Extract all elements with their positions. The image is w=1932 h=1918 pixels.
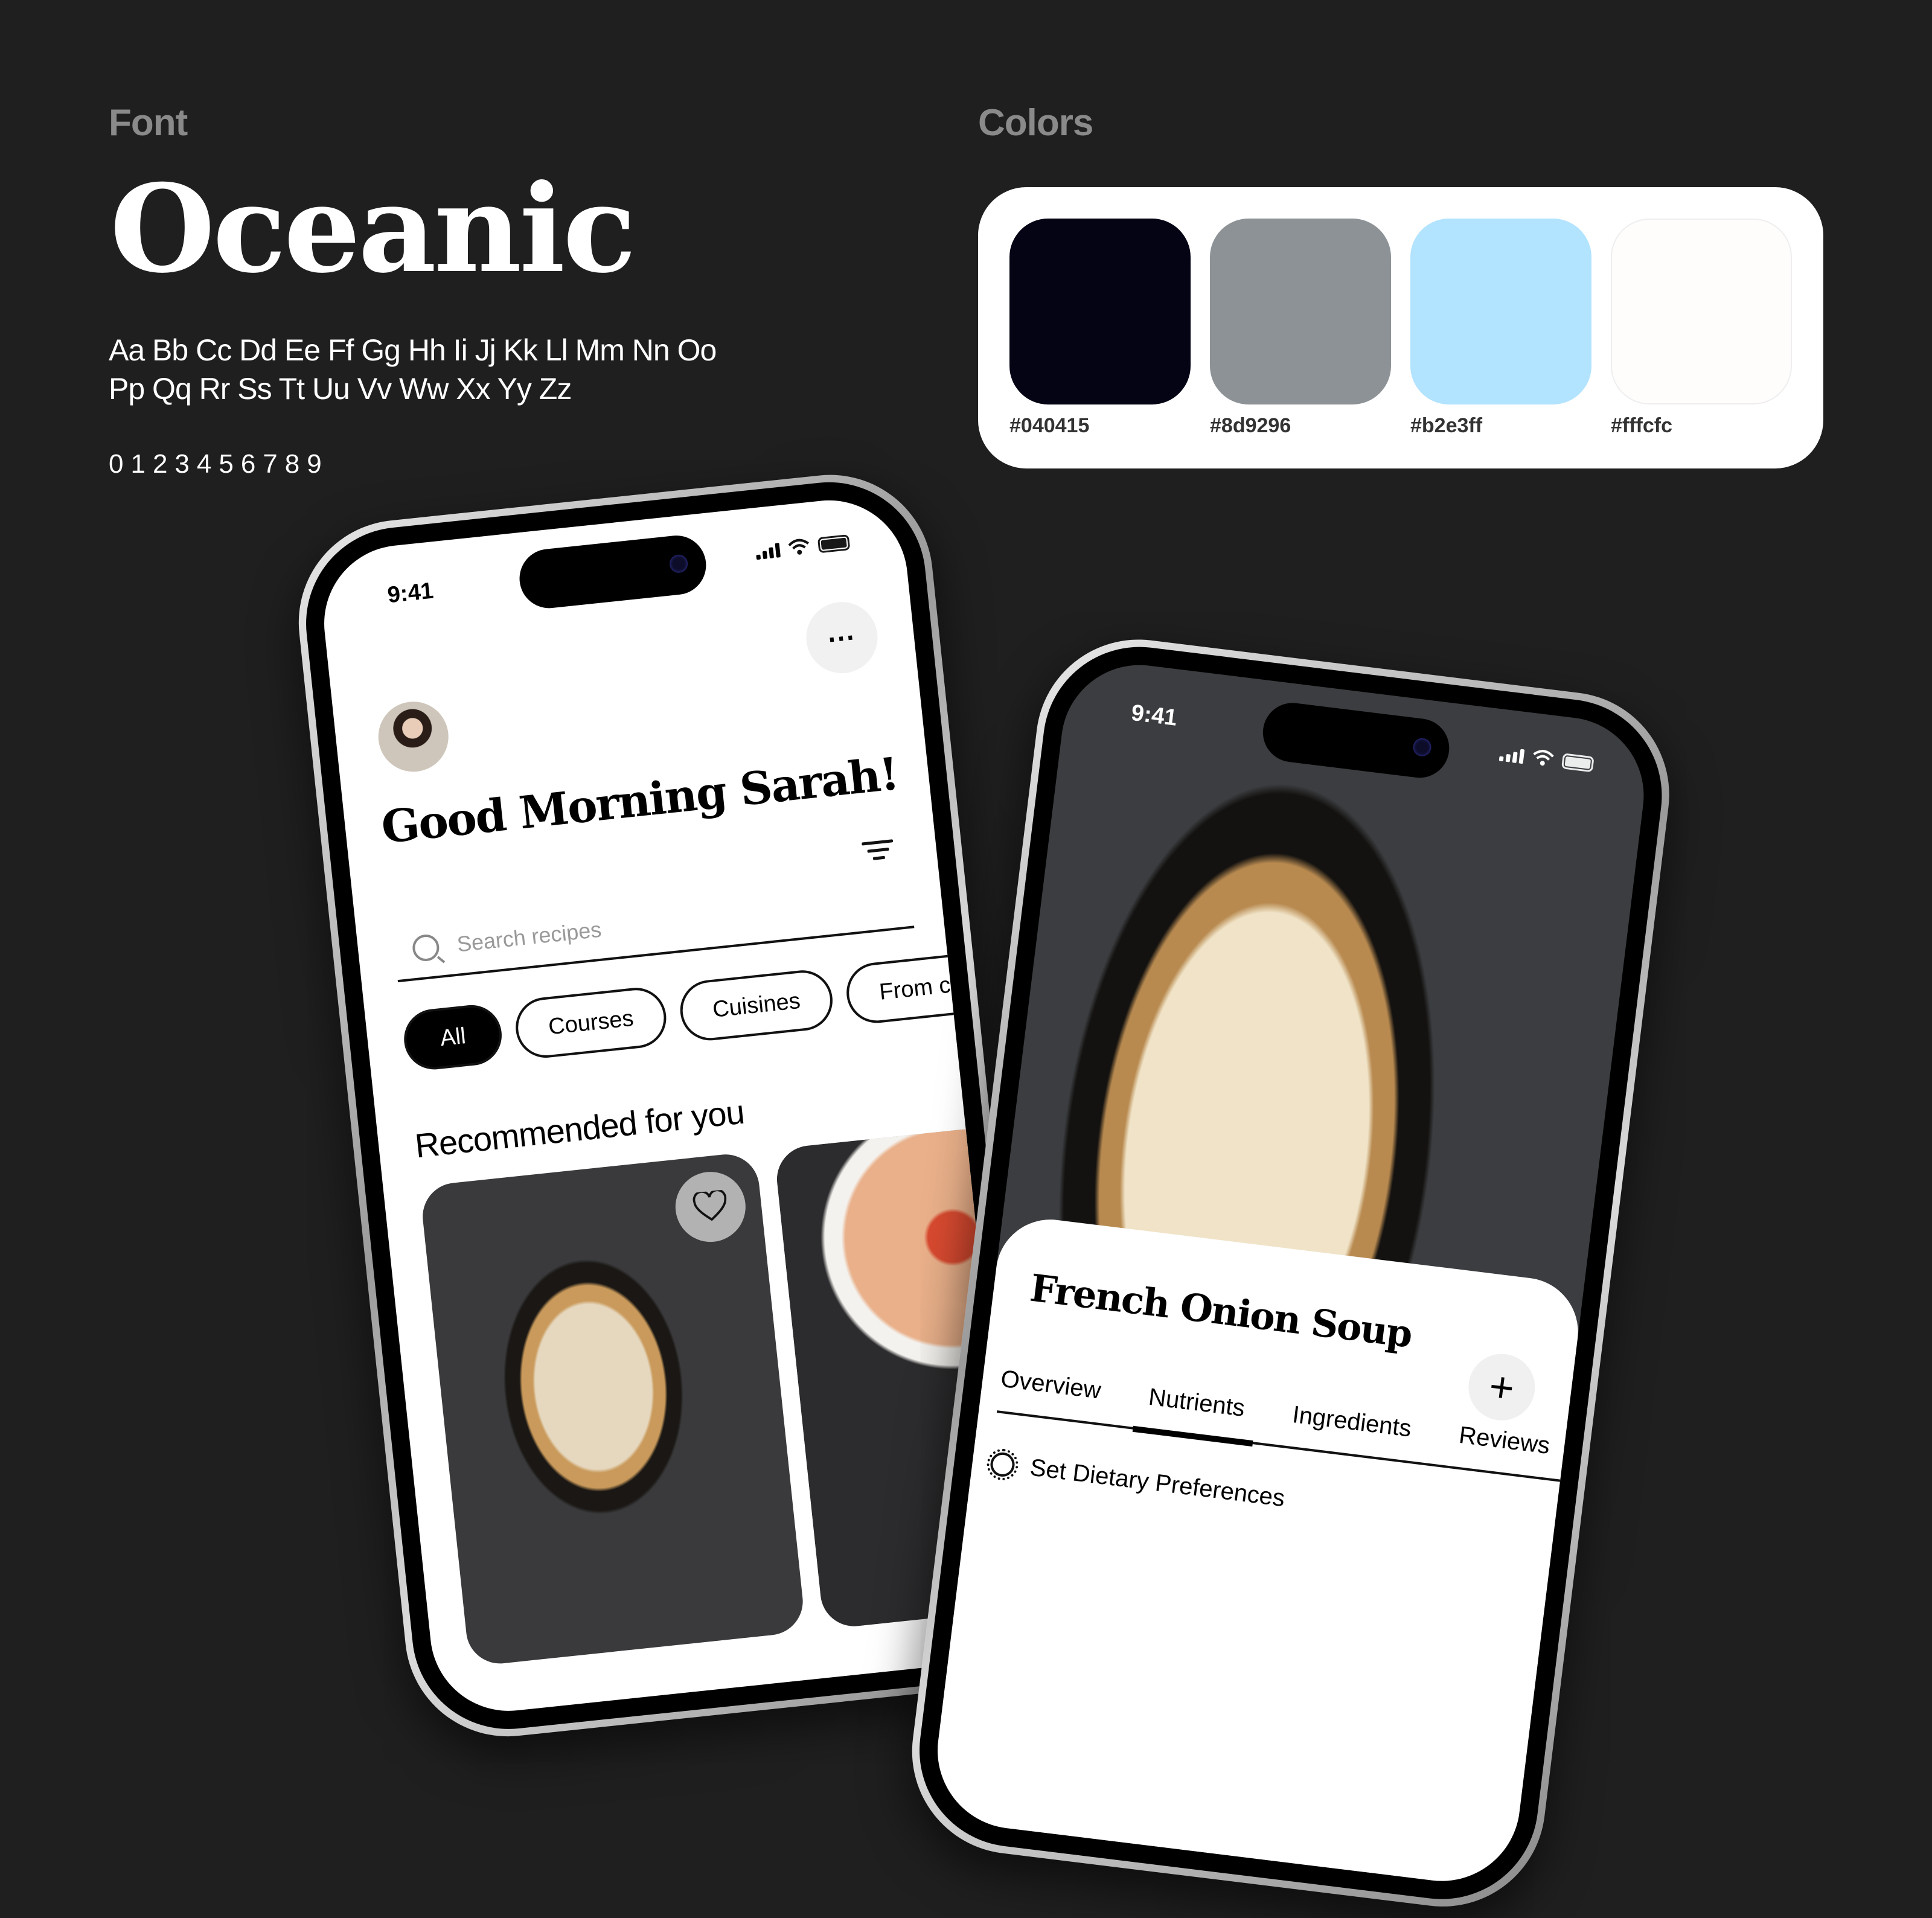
favorite-button[interactable]	[672, 1168, 749, 1245]
gear-icon	[985, 1446, 1020, 1482]
more-options-button[interactable]: ⋯	[802, 598, 881, 677]
tab-ingredients[interactable]: Ingredients	[1291, 1401, 1413, 1443]
alphabet-specimen: Aa Bb Cc Dd Ee Ff Gg Hh Ii Jj Kk Ll Mm N…	[109, 331, 833, 408]
greeting-heading: Good Morning Sarah!	[379, 747, 901, 854]
camera-icon	[668, 554, 689, 574]
alphabet-line-2: Pp Qq Rr Ss Tt Uu Vv Ww Xx Yy Zz	[109, 372, 572, 406]
filter-icon[interactable]	[862, 839, 895, 866]
status-icons	[1499, 744, 1595, 773]
wifi-icon	[788, 539, 809, 555]
swatch-gray	[1210, 219, 1391, 404]
dietary-preferences-label: Set Dietary Preferences	[1028, 1454, 1287, 1512]
camera-icon	[1412, 737, 1433, 758]
digits-specimen: 0123456789	[109, 449, 329, 479]
dynamic-island	[1259, 699, 1453, 781]
heart-icon	[693, 1189, 727, 1221]
search-icon	[411, 933, 441, 963]
status-time: 9:41	[386, 578, 435, 609]
swatch-code: #8d9296	[1210, 414, 1291, 437]
battery-icon	[817, 534, 851, 554]
search-input-placeholder[interactable]: Search recipes	[456, 917, 603, 957]
user-avatar[interactable]	[374, 698, 452, 776]
battery-icon	[1561, 753, 1595, 773]
chip-courses[interactable]: Courses	[513, 985, 670, 1061]
alphabet-line-1: Aa Bb Cc Dd Ee Ff Gg Hh Ii Jj Kk Ll Mm N…	[109, 333, 717, 367]
swatch-code: #fffcfc	[1611, 414, 1673, 437]
colors-section-label: Colors	[978, 102, 1093, 144]
recipe-card-french-onion-soup[interactable]	[419, 1151, 807, 1667]
home-screen: 9:41 ⋯ Good Morning Sarah! Search recipe…	[316, 492, 1022, 1719]
swatch-off-white	[1611, 219, 1792, 404]
chip-from-chefs[interactable]: From chefs	[843, 947, 1022, 1026]
wifi-icon	[1533, 750, 1554, 766]
font-name-heading: Oceanic	[110, 158, 636, 300]
add-button[interactable]: +	[1465, 1350, 1539, 1424]
dish-title: French Onion Soup	[1028, 1265, 1415, 1357]
search-field[interactable]: Search recipes	[391, 868, 915, 983]
chip-cuisines[interactable]: Cuisines	[677, 967, 836, 1044]
swatch-code: #b2e3ff	[1410, 414, 1483, 437]
tab-reviews[interactable]: Reviews	[1457, 1422, 1551, 1460]
swatch-light-blue	[1410, 219, 1591, 404]
signal-icon	[755, 543, 781, 560]
status-time: 9:41	[1130, 700, 1179, 731]
recommended-section-title: Recommended for you	[413, 1092, 746, 1165]
font-section-label: Font	[109, 102, 188, 144]
signal-icon	[1499, 747, 1525, 764]
dietary-preferences-row[interactable]: Set Dietary Preferences	[985, 1446, 1287, 1512]
chip-all[interactable]: All	[401, 1002, 505, 1073]
swatch-dark-navy	[1009, 219, 1191, 404]
recipe-detail-screen: 9:41 French Onion Soup + Overview Nutrie…	[929, 656, 1653, 1890]
swatch-code: #040415	[1009, 414, 1090, 437]
tab-nutrients[interactable]: Nutrients	[1147, 1384, 1246, 1422]
dynamic-island	[516, 532, 709, 612]
status-icons	[755, 533, 851, 560]
recipe-info-sheet: French Onion Soup + Overview Nutrients I…	[929, 1213, 1584, 1890]
color-palette-card: #040415 #8d9296 #b2e3ff #fffcfc	[978, 187, 1823, 468]
phone-detail-mockup: 9:41 French Onion Soup + Overview Nutrie…	[900, 628, 1681, 1918]
tab-overview[interactable]: Overview	[999, 1366, 1102, 1405]
